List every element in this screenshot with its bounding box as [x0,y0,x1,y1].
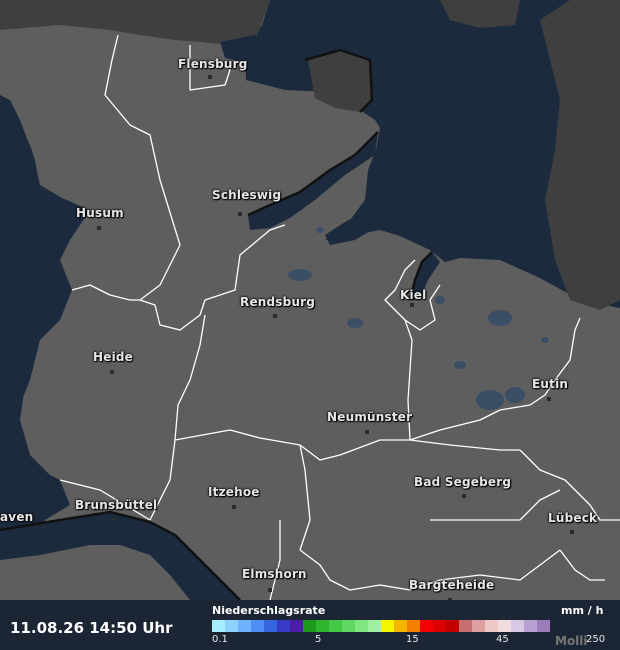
legend-swatch [420,620,433,632]
legend-title: Niederschlagsrate [212,604,326,617]
radar-timestamp: 11.08.26 14:50 Uhr [10,619,173,637]
legend-swatch [212,620,225,632]
legend-swatch [277,620,290,632]
legend-tick-5: 5 [315,634,322,645]
city-label-neumuenster: Neumünster [327,410,413,424]
legend-swatch [394,620,407,632]
legend-swatch [290,620,303,632]
city-label-eutin: Eutin [532,377,569,391]
city-label-cuxhaven: aven [0,510,34,524]
legend-swatch [225,620,238,632]
legend-unit: mm / h [561,604,604,617]
legend-swatch [329,620,342,632]
legend-swatch [472,620,485,632]
legend-tick-250: 250 [586,634,606,645]
legend-tick-15: 15 [406,634,419,645]
city-label-husum: Husum [76,206,124,220]
legend-swatch [485,620,498,632]
city-label-flensburg: Flensburg [178,57,248,71]
legend-swatch [355,620,368,632]
city-label-bargteheide: Bargteheide [409,578,495,592]
city-label-kiel: Kiel [400,288,427,302]
legend-swatch [511,620,524,632]
legend-swatch [316,620,329,632]
city-label-brunsbuettel: Brunsbüttel [75,498,158,512]
legend-swatch [433,620,446,632]
legend-tick-0-1: 0.1 [212,634,228,645]
legend-swatch [537,620,550,632]
legend-swatch [446,620,459,632]
legend-swatch [524,620,537,632]
watermark-text: Molli [555,634,588,648]
city-label-elmshorn: Elmshorn [242,567,307,581]
city-label-itzehoe: Itzehoe [208,485,260,499]
city-label-heide: Heide [93,350,134,364]
legend-swatch [368,620,381,632]
legend-tick-45: 45 [496,634,509,645]
city-label-schleswig: Schleswig [212,188,282,202]
legend-swatch [459,620,472,632]
legend-swatch [238,620,251,632]
legend-swatch [251,620,264,632]
legend-swatch [381,620,394,632]
city-label-rendsburg: Rendsburg [240,295,316,309]
legend-swatch [498,620,511,632]
legend-swatch [342,620,355,632]
legend-swatch [264,620,277,632]
legend-swatch [407,620,420,632]
city-label-bad-segeberg: Bad Segeberg [414,475,512,489]
city-label-luebeck: Lübeck [548,511,598,525]
legend-swatch [303,620,316,632]
precipitation-color-scale [212,620,550,632]
